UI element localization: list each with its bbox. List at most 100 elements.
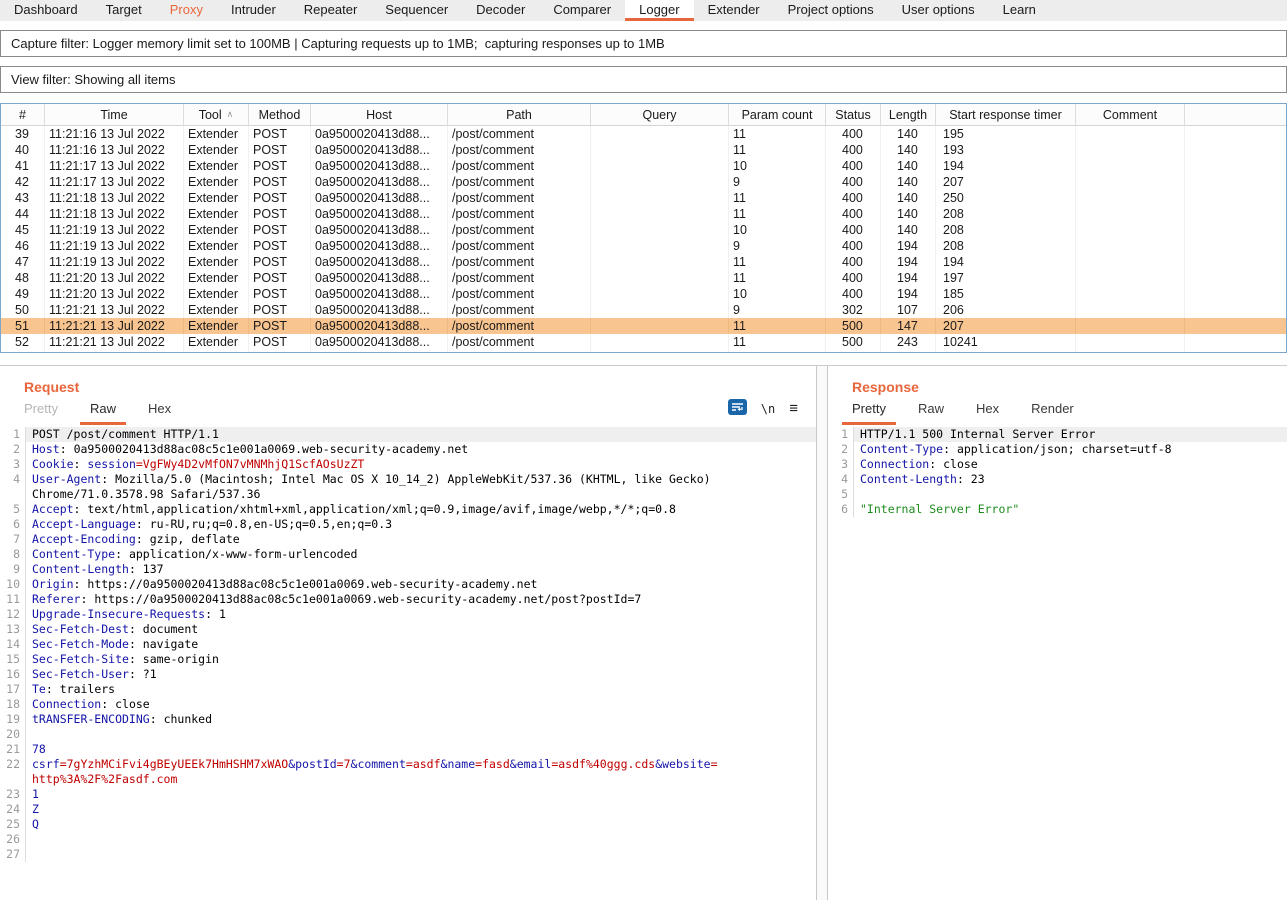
table-row-39[interactable]: 3911:21:16 13 Jul 2022ExtenderPOST0a9500… xyxy=(1,126,1286,142)
cell-filler xyxy=(1185,222,1286,238)
column-header-method[interactable]: Method xyxy=(249,104,311,125)
column-header-param-count[interactable]: Param count xyxy=(729,104,826,125)
menu-tab-repeater[interactable]: Repeater xyxy=(290,0,371,21)
cell-path: /post/comment xyxy=(448,334,591,350)
column-header-comment[interactable]: Comment xyxy=(1076,104,1185,125)
cell-status: 400 xyxy=(826,126,881,142)
cell-time: 11:21:17 13 Jul 2022 xyxy=(45,158,184,174)
cell-comment xyxy=(1076,190,1185,206)
cell-host: 0a9500020413d88... xyxy=(311,238,448,254)
table-row-44[interactable]: 4411:21:18 13 Jul 2022ExtenderPOST0a9500… xyxy=(1,206,1286,222)
line-content: Q xyxy=(26,817,816,832)
cell-timer: 208 xyxy=(936,238,1076,254)
cell-param-count: 11 xyxy=(729,126,826,142)
panel-divider[interactable] xyxy=(817,366,827,900)
menu-tab-decoder[interactable]: Decoder xyxy=(462,0,539,21)
line-number: 14 xyxy=(0,637,26,652)
line-number: 1 xyxy=(0,427,26,442)
menu-tab-logger[interactable]: Logger xyxy=(625,0,693,21)
request-line-27: 27 xyxy=(0,847,816,862)
options-menu-icon[interactable]: ≡ xyxy=(789,400,798,417)
newline-icon[interactable]: \n xyxy=(761,402,775,416)
table-row-46[interactable]: 4611:21:19 13 Jul 2022ExtenderPOST0a9500… xyxy=(1,238,1286,254)
menu-tab-extender[interactable]: Extender xyxy=(694,0,774,21)
cell-host: 0a9500020413d88... xyxy=(311,222,448,238)
request-editor[interactable]: 1POST /post/comment HTTP/1.12Host: 0a950… xyxy=(0,427,816,862)
table-row-43[interactable]: 4311:21:18 13 Jul 2022ExtenderPOST0a9500… xyxy=(1,190,1286,206)
column-header-length[interactable]: Length xyxy=(881,104,936,125)
cell-length: 147 xyxy=(881,350,936,353)
cell-filler xyxy=(1185,142,1286,158)
menu-tab-proxy[interactable]: Proxy xyxy=(156,0,217,21)
menu-tab-user-options[interactable]: User options xyxy=(888,0,989,21)
line-number: 27 xyxy=(0,847,26,862)
cell-time: 11:21:18 13 Jul 2022 xyxy=(45,206,184,222)
view-filter-bar[interactable]: View filter: Showing all items xyxy=(0,66,1287,93)
menu-tab-target[interactable]: Target xyxy=(92,0,156,21)
column-header-status[interactable]: Status xyxy=(826,104,881,125)
line-number: 7 xyxy=(0,532,26,547)
cell-status: 500 xyxy=(826,350,881,353)
request-line-6: 6Accept-Language: ru-RU,ru;q=0.8,en-US;q… xyxy=(0,517,816,532)
request-line-11: 11Referer: https://0a9500020413d88ac08c5… xyxy=(0,592,816,607)
table-row-49[interactable]: 4911:21:20 13 Jul 2022ExtenderPOST0a9500… xyxy=(1,286,1286,302)
cell-query xyxy=(591,302,729,318)
cell-tool: Extender xyxy=(184,254,249,270)
table-row-53[interactable]: 5311:21:22 13 Jul 2022ExtenderPOST0a9500… xyxy=(1,350,1286,353)
menu-tab-sequencer[interactable]: Sequencer xyxy=(371,0,462,21)
cell-id: 41 xyxy=(1,158,45,174)
column-header-host[interactable]: Host xyxy=(311,104,448,125)
line-content: Origin: https://0a9500020413d88ac08c5c1e… xyxy=(26,577,816,592)
table-row-51[interactable]: 5111:21:21 13 Jul 2022ExtenderPOST0a9500… xyxy=(1,318,1286,334)
cell-param-count: 9 xyxy=(729,174,826,190)
line-content: Sec-Fetch-User: ?1 xyxy=(26,667,816,682)
menu-tab-intruder[interactable]: Intruder xyxy=(217,0,290,21)
cell-query xyxy=(591,222,729,238)
line-content: csrf=7gYzhMCiFvi4gBEyUEEk7HmHSHM7xWAO&po… xyxy=(26,757,816,772)
request-tab-pretty[interactable]: Pretty xyxy=(14,397,68,425)
cell-filler xyxy=(1185,206,1286,222)
column-header-start-response-timer[interactable]: Start response timer xyxy=(936,104,1076,125)
menu-tab-comparer[interactable]: Comparer xyxy=(539,0,625,21)
cell-param-count: 11 xyxy=(729,318,826,334)
column-header-path[interactable]: Path xyxy=(448,104,591,125)
table-row-50[interactable]: 5011:21:21 13 Jul 2022ExtenderPOST0a9500… xyxy=(1,302,1286,318)
request-tab-raw[interactable]: Raw xyxy=(80,397,126,425)
table-row-42[interactable]: 4211:21:17 13 Jul 2022ExtenderPOST0a9500… xyxy=(1,174,1286,190)
column-header--[interactable]: # xyxy=(1,104,45,125)
cell-comment xyxy=(1076,302,1185,318)
table-row-47[interactable]: 4711:21:19 13 Jul 2022ExtenderPOST0a9500… xyxy=(1,254,1286,270)
response-tab-hex[interactable]: Hex xyxy=(966,397,1009,425)
table-row-45[interactable]: 4511:21:19 13 Jul 2022ExtenderPOST0a9500… xyxy=(1,222,1286,238)
cell-time: 11:21:16 13 Jul 2022 xyxy=(45,126,184,142)
word-wrap-icon[interactable] xyxy=(728,399,747,418)
cell-comment xyxy=(1076,206,1185,222)
table-row-48[interactable]: 4811:21:20 13 Jul 2022ExtenderPOST0a9500… xyxy=(1,270,1286,286)
line-content: Content-Length: 137 xyxy=(26,562,816,577)
menu-tab-project-options[interactable]: Project options xyxy=(774,0,888,21)
request-tab-hex[interactable]: Hex xyxy=(138,397,181,425)
table-row-40[interactable]: 4011:21:16 13 Jul 2022ExtenderPOST0a9500… xyxy=(1,142,1286,158)
request-line-4: 4User-Agent: Mozilla/5.0 (Macintosh; Int… xyxy=(0,472,816,487)
cell-timer: 194 xyxy=(936,158,1076,174)
menu-tab-learn[interactable]: Learn xyxy=(989,0,1050,21)
response-editor[interactable]: 1HTTP/1.1 500 Internal Server Error2Cont… xyxy=(828,427,1287,517)
cell-param-count: 11 xyxy=(729,254,826,270)
cell-param-count: 11 xyxy=(729,142,826,158)
cell-query xyxy=(591,318,729,334)
table-row-52[interactable]: 5211:21:21 13 Jul 2022ExtenderPOST0a9500… xyxy=(1,334,1286,350)
response-tab-raw[interactable]: Raw xyxy=(908,397,954,425)
menu-tab-dashboard[interactable]: Dashboard xyxy=(0,0,92,21)
column-header-query[interactable]: Query xyxy=(591,104,729,125)
column-header-time[interactable]: Time xyxy=(45,104,184,125)
capture-filter-bar[interactable]: Capture filter: Logger memory limit set … xyxy=(0,30,1287,57)
cell-status: 400 xyxy=(826,222,881,238)
table-row-41[interactable]: 4111:21:17 13 Jul 2022ExtenderPOST0a9500… xyxy=(1,158,1286,174)
request-line-5: 5Accept: text/html,application/xhtml+xml… xyxy=(0,502,816,517)
request-line-wrap: Chrome/71.0.3578.98 Safari/537.36 xyxy=(0,487,816,502)
column-header-tool[interactable]: Tool∧ xyxy=(184,104,249,125)
response-tab-pretty[interactable]: Pretty xyxy=(842,397,896,425)
response-tab-render[interactable]: Render xyxy=(1021,397,1084,425)
response-line-3: 3Connection: close xyxy=(828,457,1287,472)
cell-method: POST xyxy=(249,174,311,190)
